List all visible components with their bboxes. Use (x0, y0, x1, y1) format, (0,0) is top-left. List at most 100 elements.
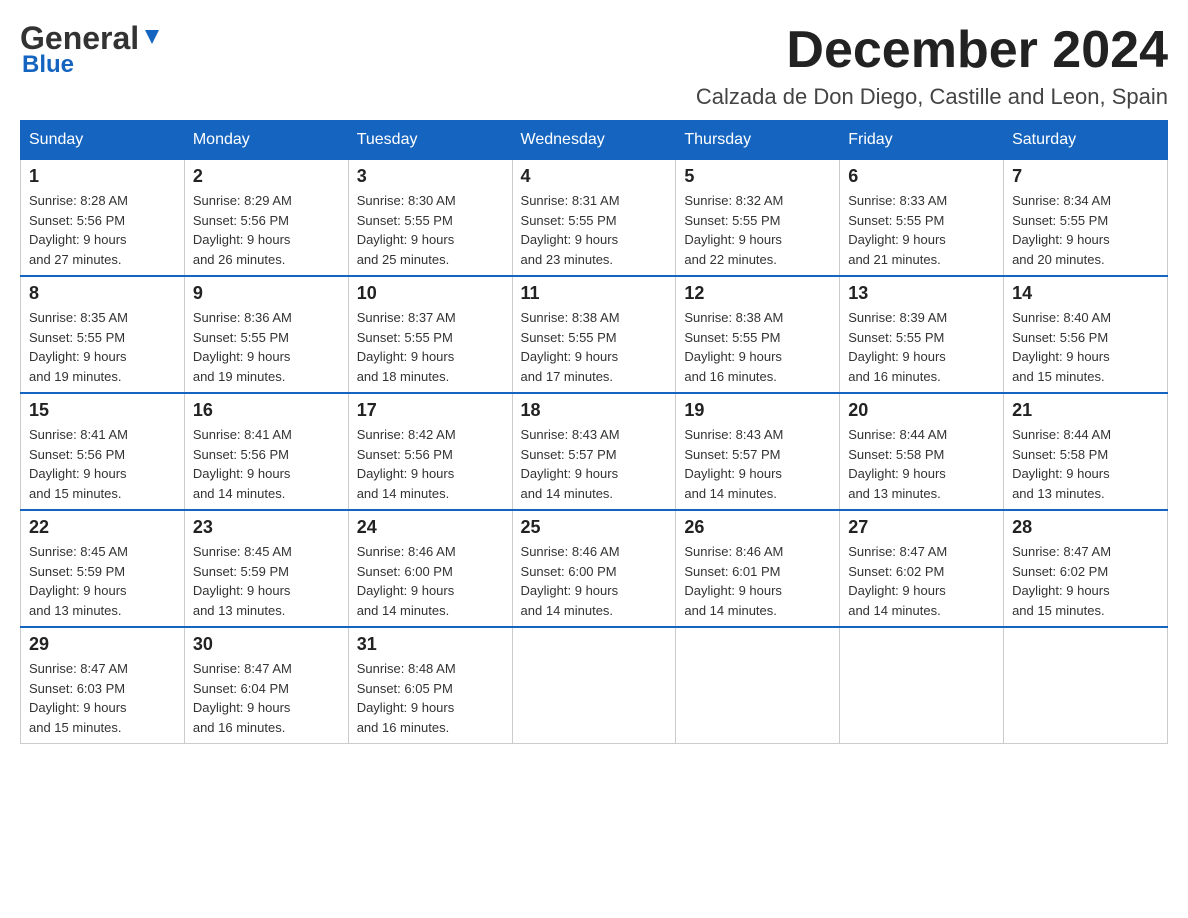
header-wednesday: Wednesday (512, 121, 676, 160)
calendar-cell: 11 Sunrise: 8:38 AM Sunset: 5:55 PM Dayl… (512, 276, 676, 393)
day-number: 26 (684, 517, 831, 538)
day-number: 18 (521, 400, 668, 421)
calendar-cell: 4 Sunrise: 8:31 AM Sunset: 5:55 PM Dayli… (512, 160, 676, 277)
day-info: Sunrise: 8:46 AM Sunset: 6:00 PM Dayligh… (521, 542, 668, 620)
header-thursday: Thursday (676, 121, 840, 160)
day-info: Sunrise: 8:32 AM Sunset: 5:55 PM Dayligh… (684, 191, 831, 269)
day-info: Sunrise: 8:41 AM Sunset: 5:56 PM Dayligh… (29, 425, 176, 503)
calendar-cell: 7 Sunrise: 8:34 AM Sunset: 5:55 PM Dayli… (1004, 160, 1168, 277)
day-number: 6 (848, 166, 995, 187)
calendar-cell: 29 Sunrise: 8:47 AM Sunset: 6:03 PM Dayl… (21, 627, 185, 744)
calendar-cell: 27 Sunrise: 8:47 AM Sunset: 6:02 PM Dayl… (840, 510, 1004, 627)
day-info: Sunrise: 8:46 AM Sunset: 6:01 PM Dayligh… (684, 542, 831, 620)
calendar-cell: 16 Sunrise: 8:41 AM Sunset: 5:56 PM Dayl… (184, 393, 348, 510)
calendar-cell: 28 Sunrise: 8:47 AM Sunset: 6:02 PM Dayl… (1004, 510, 1168, 627)
calendar-cell: 19 Sunrise: 8:43 AM Sunset: 5:57 PM Dayl… (676, 393, 840, 510)
calendar-cell: 9 Sunrise: 8:36 AM Sunset: 5:55 PM Dayli… (184, 276, 348, 393)
calendar-cell: 15 Sunrise: 8:41 AM Sunset: 5:56 PM Dayl… (21, 393, 185, 510)
day-number: 31 (357, 634, 504, 655)
calendar-cell: 5 Sunrise: 8:32 AM Sunset: 5:55 PM Dayli… (676, 160, 840, 277)
day-number: 4 (521, 166, 668, 187)
day-number: 17 (357, 400, 504, 421)
calendar-cell: 17 Sunrise: 8:42 AM Sunset: 5:56 PM Dayl… (348, 393, 512, 510)
day-info: Sunrise: 8:37 AM Sunset: 5:55 PM Dayligh… (357, 308, 504, 386)
calendar-cell: 6 Sunrise: 8:33 AM Sunset: 5:55 PM Dayli… (840, 160, 1004, 277)
day-number: 23 (193, 517, 340, 538)
day-number: 7 (1012, 166, 1159, 187)
day-number: 12 (684, 283, 831, 304)
calendar-cell (840, 627, 1004, 744)
day-info: Sunrise: 8:28 AM Sunset: 5:56 PM Dayligh… (29, 191, 176, 269)
day-info: Sunrise: 8:44 AM Sunset: 5:58 PM Dayligh… (848, 425, 995, 503)
day-number: 30 (193, 634, 340, 655)
day-number: 28 (1012, 517, 1159, 538)
day-number: 20 (848, 400, 995, 421)
calendar-week-2: 8 Sunrise: 8:35 AM Sunset: 5:55 PM Dayli… (21, 276, 1168, 393)
day-number: 24 (357, 517, 504, 538)
day-number: 10 (357, 283, 504, 304)
day-number: 29 (29, 634, 176, 655)
calendar-cell: 22 Sunrise: 8:45 AM Sunset: 5:59 PM Dayl… (21, 510, 185, 627)
calendar-table: Sunday Monday Tuesday Wednesday Thursday… (20, 120, 1168, 744)
day-info: Sunrise: 8:30 AM Sunset: 5:55 PM Dayligh… (357, 191, 504, 269)
day-info: Sunrise: 8:38 AM Sunset: 5:55 PM Dayligh… (684, 308, 831, 386)
calendar-week-5: 29 Sunrise: 8:47 AM Sunset: 6:03 PM Dayl… (21, 627, 1168, 744)
calendar-cell (1004, 627, 1168, 744)
day-number: 11 (521, 283, 668, 304)
location-title: Calzada de Don Diego, Castille and Leon,… (696, 84, 1168, 110)
day-info: Sunrise: 8:29 AM Sunset: 5:56 PM Dayligh… (193, 191, 340, 269)
day-number: 25 (521, 517, 668, 538)
logo-triangle-icon (141, 26, 163, 48)
calendar-cell: 13 Sunrise: 8:39 AM Sunset: 5:55 PM Dayl… (840, 276, 1004, 393)
day-info: Sunrise: 8:41 AM Sunset: 5:56 PM Dayligh… (193, 425, 340, 503)
calendar-cell: 18 Sunrise: 8:43 AM Sunset: 5:57 PM Dayl… (512, 393, 676, 510)
day-info: Sunrise: 8:33 AM Sunset: 5:55 PM Dayligh… (848, 191, 995, 269)
header-sunday: Sunday (21, 121, 185, 160)
header-tuesday: Tuesday (348, 121, 512, 160)
day-number: 19 (684, 400, 831, 421)
calendar-cell: 20 Sunrise: 8:44 AM Sunset: 5:58 PM Dayl… (840, 393, 1004, 510)
day-info: Sunrise: 8:47 AM Sunset: 6:04 PM Dayligh… (193, 659, 340, 737)
day-info: Sunrise: 8:47 AM Sunset: 6:02 PM Dayligh… (1012, 542, 1159, 620)
calendar-week-3: 15 Sunrise: 8:41 AM Sunset: 5:56 PM Dayl… (21, 393, 1168, 510)
title-section: December 2024 Calzada de Don Diego, Cast… (696, 20, 1168, 110)
calendar-cell: 25 Sunrise: 8:46 AM Sunset: 6:00 PM Dayl… (512, 510, 676, 627)
day-info: Sunrise: 8:44 AM Sunset: 5:58 PM Dayligh… (1012, 425, 1159, 503)
calendar-cell (676, 627, 840, 744)
logo: General Blue (20, 20, 163, 79)
day-number: 14 (1012, 283, 1159, 304)
day-info: Sunrise: 8:46 AM Sunset: 6:00 PM Dayligh… (357, 542, 504, 620)
logo-blue-text: Blue (22, 51, 74, 79)
calendar-cell: 14 Sunrise: 8:40 AM Sunset: 5:56 PM Dayl… (1004, 276, 1168, 393)
day-info: Sunrise: 8:35 AM Sunset: 5:55 PM Dayligh… (29, 308, 176, 386)
day-number: 22 (29, 517, 176, 538)
calendar-cell: 12 Sunrise: 8:38 AM Sunset: 5:55 PM Dayl… (676, 276, 840, 393)
day-info: Sunrise: 8:39 AM Sunset: 5:55 PM Dayligh… (848, 308, 995, 386)
calendar-cell: 26 Sunrise: 8:46 AM Sunset: 6:01 PM Dayl… (676, 510, 840, 627)
calendar-week-1: 1 Sunrise: 8:28 AM Sunset: 5:56 PM Dayli… (21, 160, 1168, 277)
day-number: 1 (29, 166, 176, 187)
day-number: 3 (357, 166, 504, 187)
calendar-cell: 21 Sunrise: 8:44 AM Sunset: 5:58 PM Dayl… (1004, 393, 1168, 510)
header-saturday: Saturday (1004, 121, 1168, 160)
day-info: Sunrise: 8:38 AM Sunset: 5:55 PM Dayligh… (521, 308, 668, 386)
page-header: General Blue December 2024 Calzada de Do… (20, 20, 1168, 110)
calendar-cell: 2 Sunrise: 8:29 AM Sunset: 5:56 PM Dayli… (184, 160, 348, 277)
day-number: 16 (193, 400, 340, 421)
header-monday: Monday (184, 121, 348, 160)
day-number: 5 (684, 166, 831, 187)
day-number: 27 (848, 517, 995, 538)
day-info: Sunrise: 8:47 AM Sunset: 6:03 PM Dayligh… (29, 659, 176, 737)
calendar-cell (512, 627, 676, 744)
calendar-cell: 10 Sunrise: 8:37 AM Sunset: 5:55 PM Dayl… (348, 276, 512, 393)
day-info: Sunrise: 8:43 AM Sunset: 5:57 PM Dayligh… (521, 425, 668, 503)
calendar-cell: 23 Sunrise: 8:45 AM Sunset: 5:59 PM Dayl… (184, 510, 348, 627)
day-number: 21 (1012, 400, 1159, 421)
day-number: 13 (848, 283, 995, 304)
calendar-week-4: 22 Sunrise: 8:45 AM Sunset: 5:59 PM Dayl… (21, 510, 1168, 627)
day-number: 2 (193, 166, 340, 187)
day-number: 9 (193, 283, 340, 304)
calendar-cell: 30 Sunrise: 8:47 AM Sunset: 6:04 PM Dayl… (184, 627, 348, 744)
day-info: Sunrise: 8:40 AM Sunset: 5:56 PM Dayligh… (1012, 308, 1159, 386)
day-info: Sunrise: 8:31 AM Sunset: 5:55 PM Dayligh… (521, 191, 668, 269)
